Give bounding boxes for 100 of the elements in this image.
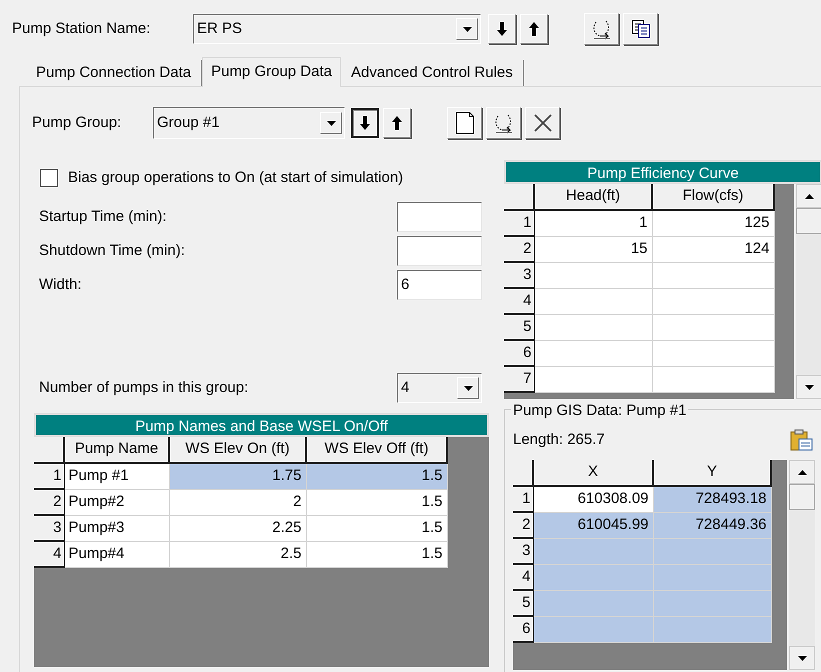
table-cell[interactable] (534, 366, 652, 392)
dropdown[interactable]: 4 (397, 373, 482, 403)
dotted-arrow-icon (492, 112, 514, 134)
row-number: 3 (34, 515, 64, 541)
table-cell[interactable] (653, 616, 771, 642)
row-number: 5 (513, 590, 533, 616)
scrollbar[interactable] (789, 460, 815, 670)
clipboard-icon (789, 428, 813, 452)
scroll-up-button[interactable] (789, 460, 815, 484)
dropdown[interactable]: ER PS (193, 14, 481, 44)
table-cell[interactable] (652, 288, 774, 314)
close-icon (532, 112, 554, 134)
row-number: 4 (513, 564, 533, 590)
table-cell[interactable]: 610308.09 (533, 486, 653, 512)
table-cell[interactable]: 2.5 (169, 541, 306, 567)
table-title: Pump Names and Base WSEL On/Off (34, 413, 489, 437)
down-arrow-icon (496, 21, 508, 37)
table-cell[interactable] (534, 288, 652, 314)
down-triangle-icon (804, 384, 814, 390)
table-cell[interactable] (533, 590, 653, 616)
column-header[interactable]: Pump Name (64, 437, 169, 463)
table-cell[interactable]: 15 (534, 236, 652, 262)
field-label: Width: (39, 274, 82, 295)
row-number: 1 (504, 210, 534, 236)
length-label: Length: 265.7 (513, 430, 605, 450)
table-cell[interactable] (534, 314, 652, 340)
table-cell[interactable] (534, 340, 652, 366)
table-cell[interactable]: 1.75 (169, 463, 306, 489)
scroll-down-button[interactable] (789, 646, 815, 670)
table-cell[interactable]: 2.25 (169, 515, 306, 541)
table-cell[interactable]: 1.5 (306, 489, 447, 515)
row-number: 7 (504, 366, 534, 392)
table-cell[interactable] (652, 366, 774, 392)
table-cell[interactable] (533, 616, 653, 642)
tab[interactable]: Pump Group Data (202, 57, 341, 87)
table-cell[interactable] (653, 590, 771, 616)
row-number: 4 (34, 541, 64, 567)
table-cell[interactable]: 610045.99 (533, 512, 653, 538)
table-cell[interactable] (533, 564, 653, 590)
table-cell[interactable]: Pump#3 (64, 515, 169, 541)
input-field[interactable] (397, 202, 482, 232)
checkbox[interactable] (40, 169, 58, 187)
dropdown[interactable]: Group #1 (153, 107, 345, 139)
column-header[interactable]: Y (653, 460, 771, 486)
table-cell[interactable]: Pump#2 (64, 489, 169, 515)
column-header[interactable]: Flow(cfs) (652, 184, 774, 210)
checkbox-label: Bias group operations to On (at start of simulation) (68, 168, 404, 188)
scroll-up-button[interactable] (796, 184, 821, 208)
field-label: Number of pumps in this group: (39, 378, 248, 398)
table-cell[interactable]: Pump #1 (64, 463, 169, 489)
column-header[interactable]: WS Elev On (ft) (169, 437, 306, 463)
table-cell[interactable]: 1.5 (306, 463, 447, 489)
dotted-arrow-icon (590, 18, 612, 40)
table-cell[interactable] (652, 340, 774, 366)
row-number: 4 (504, 288, 534, 314)
table-cell[interactable]: 2 (169, 489, 306, 515)
column-header[interactable]: Head(ft) (534, 184, 652, 210)
scroll-thumb[interactable] (796, 208, 821, 234)
table-cell[interactable]: 1.5 (306, 515, 447, 541)
input-field[interactable] (397, 236, 482, 266)
column-header[interactable]: WS Elev Off (ft) (306, 437, 447, 463)
dropdown-arrow-icon (464, 386, 472, 390)
scroll-down-button[interactable] (796, 375, 821, 399)
field-label: Startup Time (min): (39, 206, 167, 227)
new-page-icon (454, 111, 476, 135)
up-triangle-icon (804, 194, 814, 198)
row-number: 2 (513, 512, 533, 538)
copy-icon (630, 19, 650, 39)
table-cell[interactable] (534, 262, 652, 288)
table-cell[interactable]: 1 (534, 210, 652, 236)
scroll-thumb[interactable] (789, 484, 815, 510)
table-cell[interactable] (533, 538, 653, 564)
table-cell[interactable]: 125 (652, 210, 774, 236)
table-cell[interactable]: 728493.18 (653, 486, 771, 512)
tool-button[interactable] (351, 108, 379, 138)
down-arrow-icon (359, 115, 371, 131)
up-triangle-icon (798, 470, 807, 474)
table-cell[interactable]: 1.5 (306, 541, 447, 567)
table-cell[interactable]: 728449.36 (653, 512, 771, 538)
row-number: 6 (504, 340, 534, 366)
row-number: 1 (34, 463, 64, 489)
up-arrow-icon (528, 21, 540, 37)
field-label: Shutdown Time (min): (39, 240, 185, 261)
row-number: 6 (513, 616, 533, 642)
column-header[interactable]: X (533, 460, 653, 486)
table-cell[interactable] (653, 538, 771, 564)
table-cell[interactable] (652, 314, 774, 340)
row-number: 2 (504, 236, 534, 262)
table-cell[interactable] (652, 262, 774, 288)
up-arrow-icon (391, 115, 403, 131)
row-number: 3 (513, 538, 533, 564)
table-cell[interactable]: Pump#4 (64, 541, 169, 567)
input-field[interactable]: 6 (397, 270, 482, 300)
row-number: 1 (513, 486, 533, 512)
table-cell[interactable]: 124 (652, 236, 774, 262)
field-label: Pump Station Name: (12, 18, 152, 39)
table-title: Pump Efficiency Curve (504, 160, 821, 184)
dropdown-arrow-icon (326, 120, 336, 126)
scrollbar[interactable] (796, 184, 821, 399)
table-cell[interactable] (653, 564, 771, 590)
